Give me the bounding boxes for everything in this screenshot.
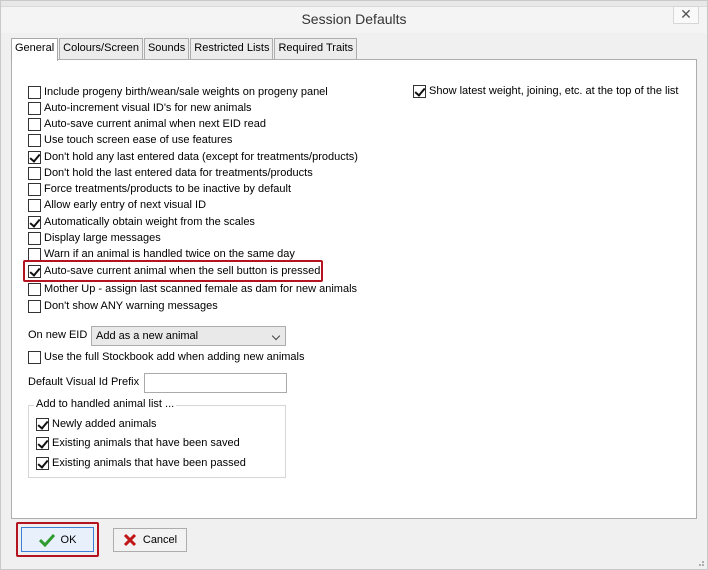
option-label: Use touch screen ease of use features	[44, 134, 233, 146]
option-force-treatments-inactive[interactable]: Force treatments/products to be inactive…	[28, 181, 291, 197]
option-label: Auto-save current animal when the sell b…	[44, 265, 321, 277]
option-weight-from-scales[interactable]: Automatically obtain weight from the sca…	[28, 214, 255, 230]
checkbox[interactable]	[28, 282, 41, 296]
option-label: Don't show ANY warning messages	[44, 300, 218, 312]
ok-button[interactable]: OK	[21, 527, 94, 552]
option-dont-hold-last-data[interactable]: Don't hold any last entered data (except…	[28, 149, 358, 165]
option-full-stockbook-add[interactable]: Use the full Stockbook add when adding n…	[28, 349, 305, 365]
checkmark-icon	[38, 533, 55, 547]
cancel-button[interactable]: Cancel	[113, 528, 187, 552]
checkbox[interactable]	[28, 264, 41, 278]
option-label: Auto-save current animal when next EID r…	[44, 118, 266, 130]
option-mother-up[interactable]: Mother Up - assign last scanned female a…	[28, 281, 357, 297]
checkbox[interactable]	[28, 150, 41, 164]
checkbox[interactable]	[413, 84, 426, 98]
handled-existing-passed[interactable]: Existing animals that have been passed	[36, 455, 246, 471]
checkbox[interactable]	[28, 85, 41, 99]
title-strip	[1, 1, 707, 7]
option-auto-increment-visual-id[interactable]: Auto-increment visual ID's for new anima…	[28, 100, 252, 116]
resize-grip-icon[interactable]	[695, 557, 705, 567]
option-large-messages[interactable]: Display large messages	[28, 230, 161, 246]
tab-colours-screen[interactable]: Colours/Screen	[59, 38, 143, 60]
checkbox[interactable]	[28, 101, 41, 115]
option-label: Existing animals that have been saved	[52, 437, 240, 449]
general-tab-panel: Include progeny birth/wean/sale weights …	[11, 59, 697, 519]
option-label: Display large messages	[44, 232, 161, 244]
checkbox[interactable]	[36, 436, 49, 450]
on-new-eid-selected: Add as a new animal	[96, 330, 199, 342]
handled-list-title: Add to handled animal list ...	[34, 398, 177, 410]
option-early-entry-visual-id[interactable]: Allow early entry of next visual ID	[28, 197, 206, 213]
option-label: Existing animals that have been passed	[52, 457, 246, 469]
chevron-down-icon	[271, 331, 281, 341]
visual-id-prefix-label: Default Visual Id Prefix	[28, 376, 140, 388]
option-label: Mother Up - assign last scanned female a…	[44, 283, 358, 295]
option-label: Include progeny birth/wean/sale weights …	[44, 86, 328, 98]
option-label: Auto-increment visual ID's for new anima…	[44, 102, 252, 114]
option-label: Use the full Stockbook add when adding n…	[44, 351, 305, 363]
checkbox[interactable]	[28, 133, 41, 147]
checkbox[interactable]	[28, 215, 41, 229]
checkbox[interactable]	[28, 299, 41, 313]
option-label: Warn if an animal is handled twice on th…	[44, 248, 295, 260]
option-progeny-weights[interactable]: Include progeny birth/wean/sale weights …	[28, 84, 328, 100]
option-label: Allow early entry of next visual ID	[44, 199, 207, 211]
checkbox[interactable]	[36, 417, 49, 431]
handled-newly-added[interactable]: Newly added animals	[36, 416, 157, 432]
option-label: Don't hold any last entered data (except…	[44, 151, 358, 163]
cancel-x-icon	[123, 533, 136, 547]
option-label: Don't hold the last entered data for tre…	[44, 167, 313, 179]
handled-existing-saved[interactable]: Existing animals that have been saved	[36, 435, 240, 451]
option-dont-show-warnings[interactable]: Don't show ANY warning messages	[28, 298, 218, 314]
tab-sounds[interactable]: Sounds	[143, 38, 190, 60]
option-label: Force treatments/products to be inactive…	[44, 183, 292, 195]
session-defaults-dialog: Session Defaults ✕ General Colours/Scree…	[0, 0, 708, 570]
cancel-label: Cancel	[142, 534, 178, 546]
option-show-latest-weight-top[interactable]: Show latest weight, joining, etc. at the…	[413, 83, 678, 99]
option-label: Show latest weight, joining, etc. at the…	[429, 85, 679, 97]
option-dont-hold-treatments[interactable]: Don't hold the last entered data for tre…	[28, 165, 313, 181]
on-new-eid-select[interactable]: Add as a new animal	[91, 326, 286, 346]
close-icon: ✕	[680, 6, 692, 22]
option-touch-screen[interactable]: Use touch screen ease of use features	[28, 132, 232, 148]
option-auto-save-sell-button[interactable]: Auto-save current animal when the sell b…	[28, 263, 320, 279]
checkbox[interactable]	[36, 456, 49, 470]
checkbox[interactable]	[28, 198, 41, 212]
visual-id-prefix-input[interactable]	[144, 373, 287, 393]
ok-label: OK	[60, 533, 77, 546]
window-title: Session Defaults	[301, 11, 407, 27]
title-bar: Session Defaults ✕	[1, 1, 707, 33]
on-new-eid-label: On new EID	[28, 329, 88, 341]
option-label: Automatically obtain weight from the sca…	[44, 216, 255, 228]
tab-general[interactable]: General	[11, 38, 59, 61]
checkbox[interactable]	[28, 231, 41, 245]
checkbox[interactable]	[28, 166, 41, 180]
checkbox[interactable]	[28, 350, 41, 364]
tab-restricted-lists[interactable]: Restricted Lists	[190, 38, 274, 60]
option-auto-save-next-eid[interactable]: Auto-save current animal when next EID r…	[28, 116, 266, 132]
option-label: Newly added animals	[52, 418, 157, 430]
close-button[interactable]: ✕	[673, 6, 699, 24]
checkbox[interactable]	[28, 247, 41, 261]
checkbox[interactable]	[28, 182, 41, 196]
checkbox[interactable]	[28, 117, 41, 131]
tab-required-traits[interactable]: Required Traits	[274, 38, 358, 60]
tab-bar: General Colours/Screen Sounds Restricted…	[11, 38, 358, 61]
